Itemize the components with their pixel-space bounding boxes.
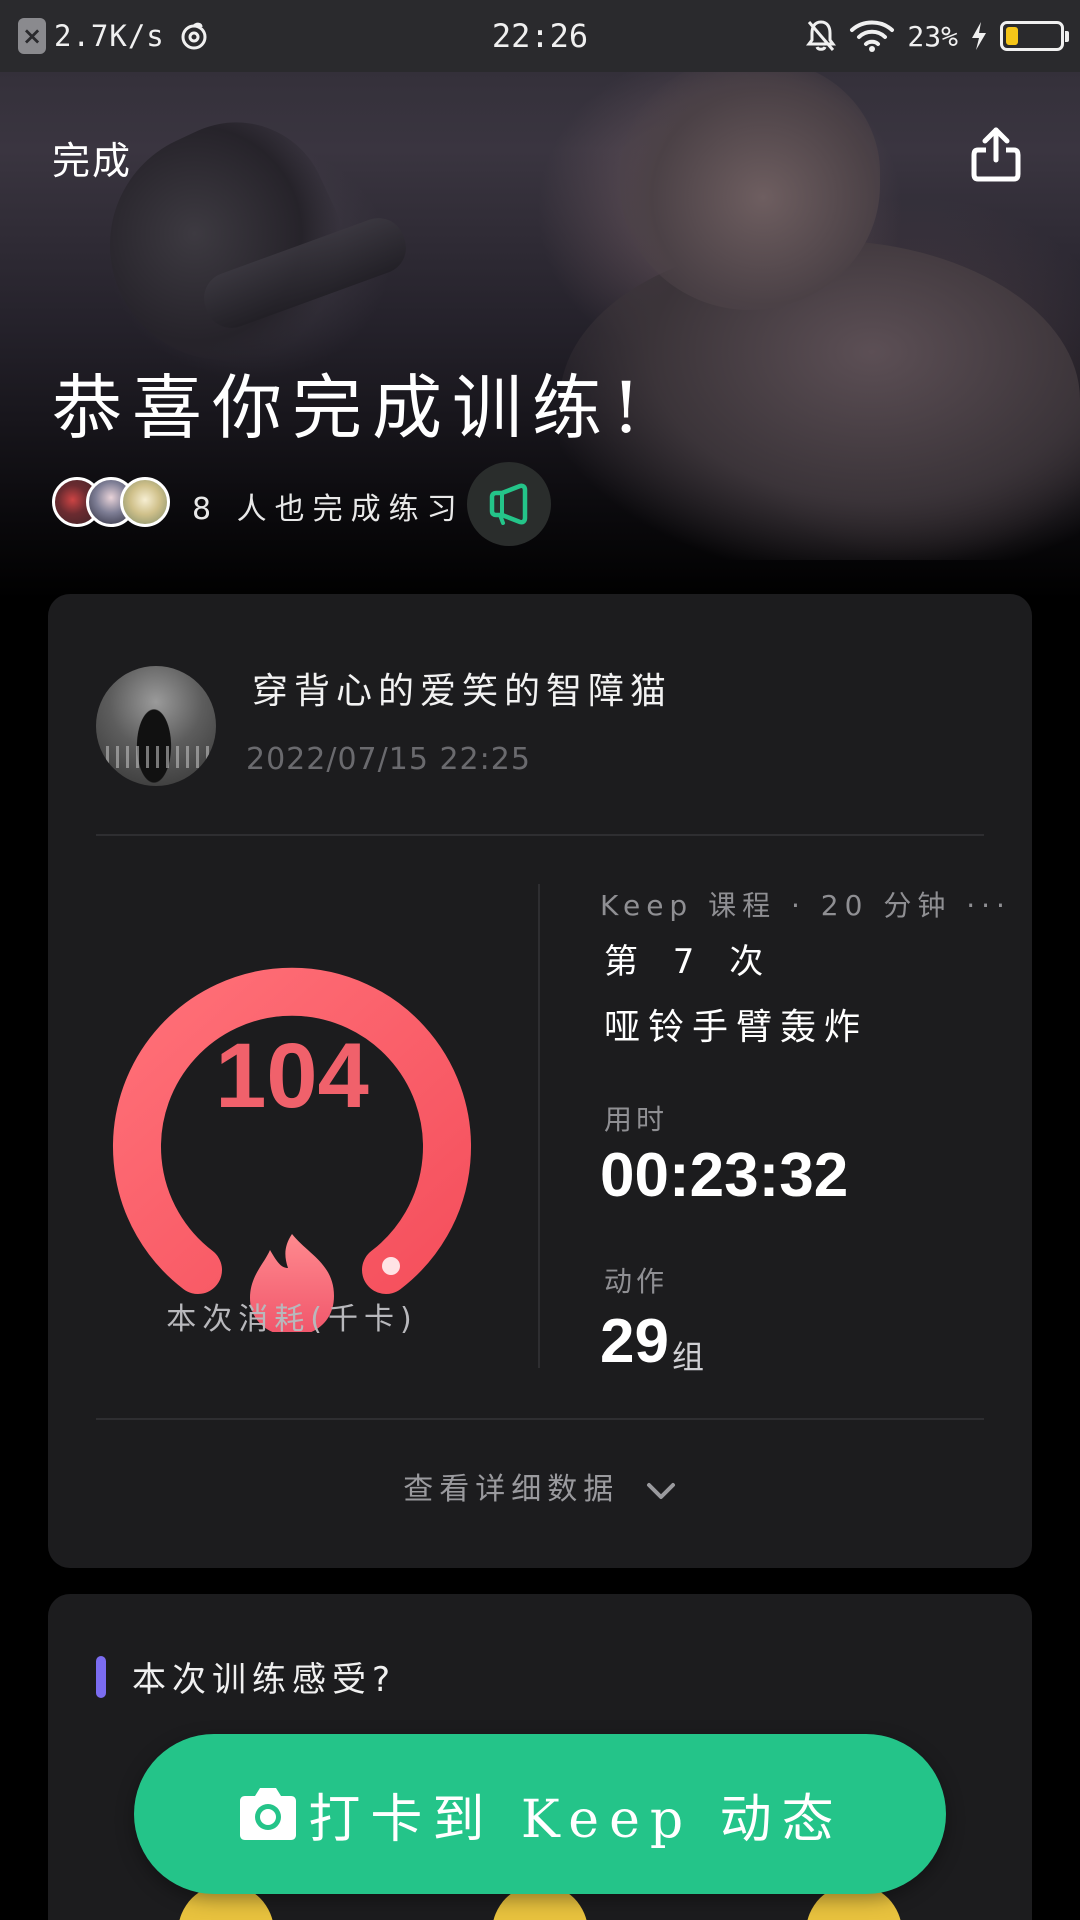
workout-datetime: 2022/07/15 22:25: [246, 742, 531, 777]
vertical-divider: [538, 884, 540, 1368]
others-completed-text[interactable]: 8 人也完成练习: [192, 484, 465, 528]
charging-icon: [972, 22, 986, 50]
chevron-down-icon: [646, 1482, 675, 1499]
battery-level: [1006, 27, 1018, 45]
divider: [96, 834, 984, 836]
share-icon[interactable]: [966, 124, 1026, 184]
action-unit: 组: [672, 1338, 705, 1376]
duration-label: 用时: [604, 1103, 669, 1136]
workout-summary-card: 穿背心的爱笑的智障猫 2022/07/15 22:25 104 本次消耗(千卡)…: [48, 594, 1032, 1568]
megaphone-icon: [489, 483, 528, 525]
action-label: 动作: [604, 1265, 669, 1298]
view-details-button[interactable]: 查看详细数据: [48, 1464, 1032, 1508]
silent-bell-icon: [806, 20, 837, 51]
camera-icon: [240, 1788, 297, 1840]
divider: [96, 1418, 984, 1420]
course-name[interactable]: 哑铃手臂轰炸: [604, 998, 868, 1050]
status-bar: × 2.7K/s 22:26 23%: [0, 0, 1080, 72]
finisher-avatars[interactable]: [52, 477, 170, 531]
section-accent-bar: [96, 1656, 106, 1698]
battery-icon: [1000, 21, 1069, 51]
workout-complete-screen: × 2.7K/s 22:26 23% 完成 恭喜你完成训练! 8 人也完成练习 …: [0, 0, 1080, 1920]
user-avatar[interactable]: [96, 666, 216, 786]
done-button[interactable]: 完成: [52, 130, 132, 185]
athlete-head-image: [620, 60, 880, 310]
wifi-icon: [850, 20, 895, 52]
status-right: 23%: [805, 0, 1069, 72]
course-meta[interactable]: Keep 课程 · 20 分钟 ···: [600, 884, 1011, 924]
view-details-label: 查看详细数据: [403, 1472, 620, 1507]
username[interactable]: 穿背心的爱笑的智障猫: [252, 662, 672, 714]
calories-value: 104: [215, 1025, 369, 1127]
feedback-title: 本次训练感受?: [132, 1660, 397, 1700]
checkin-to-keep-button[interactable]: 打卡到 Keep 动态: [134, 1734, 946, 1894]
duration-value: 00:23:32: [600, 1141, 849, 1210]
calories-label: 本次消耗(千卡): [166, 1302, 418, 1337]
avatar: [120, 477, 170, 527]
battery-percent: 23%: [907, 19, 958, 53]
cheer-button[interactable]: [467, 462, 551, 546]
congrats-title: 恭喜你完成训练!: [52, 367, 651, 449]
action-count: 29: [600, 1307, 669, 1376]
session-count: 第 7 次: [604, 942, 776, 982]
checkin-label: 打卡到 Keep 动态: [308, 1789, 844, 1850]
